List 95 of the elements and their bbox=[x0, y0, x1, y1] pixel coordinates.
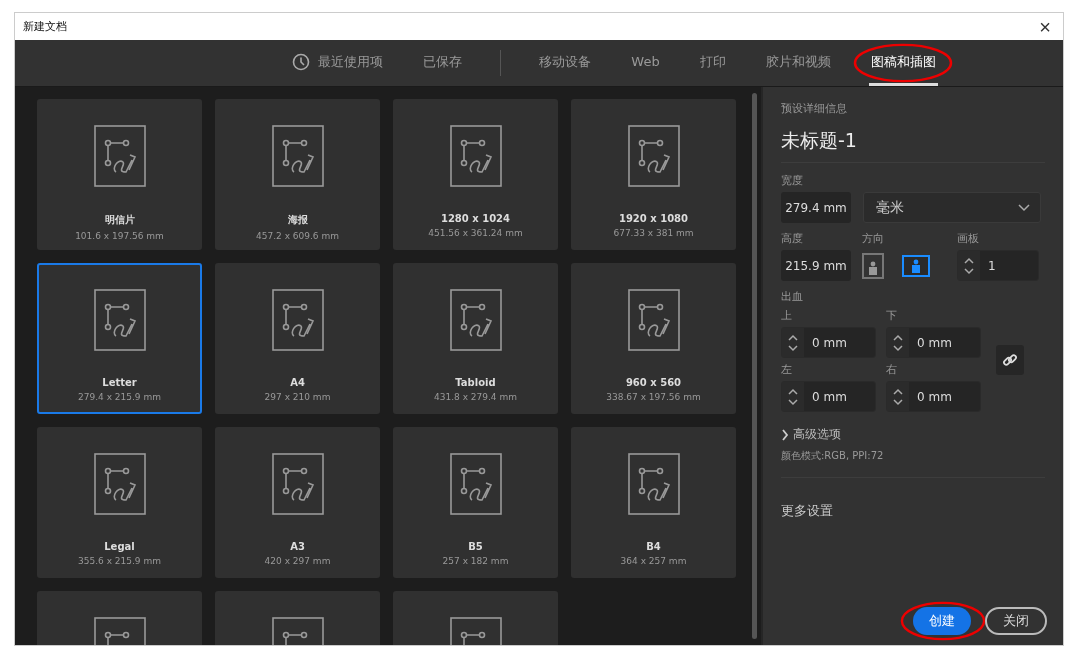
link-icon bbox=[1002, 352, 1018, 368]
bleed-stepper[interactable]: 0 mm bbox=[781, 327, 876, 358]
more-settings-link[interactable]: 更多设置 bbox=[781, 502, 833, 520]
artboard-stepper[interactable]: 1 bbox=[957, 250, 1039, 281]
landscape-button[interactable] bbox=[902, 254, 930, 277]
field-label: 宽度 bbox=[781, 173, 803, 188]
field-label: 方向 bbox=[862, 231, 885, 246]
chevron-right-icon bbox=[781, 428, 789, 441]
preset-card[interactable]: Legal 355.6 x 215.9 mm bbox=[37, 427, 202, 578]
close-dialog-button[interactable]: 关闭 bbox=[985, 607, 1047, 635]
preset-card[interactable]: 960 x 560 338.67 x 197.56 mm bbox=[571, 263, 736, 414]
preset-name: 1280 x 1024 bbox=[440, 213, 511, 224]
field-label: 右 bbox=[886, 362, 898, 377]
bleed-stepper[interactable]: 0 mm bbox=[886, 327, 981, 358]
field-label: 上 bbox=[781, 308, 793, 323]
close-button[interactable]: × bbox=[1035, 16, 1055, 37]
preset-name: Letter bbox=[102, 377, 137, 388]
illustration-document-icon bbox=[627, 453, 680, 515]
width-field[interactable]: 279.4 mm bbox=[781, 192, 851, 223]
preset-size: 257 x 182 mm bbox=[442, 556, 509, 566]
height-field[interactable]: 215.9 mm bbox=[781, 250, 851, 281]
stepper-arrows-icon bbox=[963, 255, 975, 276]
preset-card[interactable]: B4 364 x 257 mm bbox=[571, 427, 736, 578]
illustration-document-icon bbox=[627, 125, 680, 187]
scrollbar[interactable] bbox=[752, 93, 757, 639]
illustration-document-icon bbox=[93, 289, 146, 351]
illustration-document-icon bbox=[93, 125, 146, 187]
preset-card[interactable]: 海报 457.2 x 609.6 mm bbox=[215, 99, 380, 250]
preset-size: 297 x 210 mm bbox=[264, 392, 331, 402]
category-tab[interactable]: 打印 bbox=[697, 40, 728, 86]
category-tab[interactable]: 已保存 bbox=[421, 40, 465, 86]
preset-name: 海报 bbox=[287, 213, 308, 227]
preset-name: 1920 x 1080 bbox=[618, 213, 689, 224]
stepper-arrows-icon bbox=[892, 386, 904, 407]
unit-dropdown[interactable]: 毫米 bbox=[863, 192, 1041, 223]
preset-size: 279.4 x 215.9 mm bbox=[78, 392, 161, 402]
create-button[interactable]: 创建 bbox=[913, 607, 971, 635]
clock-icon bbox=[292, 52, 311, 71]
preset-card[interactable]: 明信片 101.6 x 197.56 mm bbox=[37, 99, 202, 250]
illustration-document-icon bbox=[627, 289, 680, 351]
preset-card[interactable]: 1280 x 1024 451.56 x 361.24 mm bbox=[393, 99, 558, 250]
preset-size: 420 x 297 mm bbox=[264, 556, 331, 566]
illustration-document-icon bbox=[271, 453, 324, 515]
preset-card[interactable]: 1920 x 1080 677.33 x 381 mm bbox=[571, 99, 736, 250]
preset-name: A4 bbox=[290, 377, 305, 388]
bleed-stepper[interactable]: 0 mm bbox=[886, 381, 981, 412]
preset-size: 457.2 x 609.6 mm bbox=[256, 231, 339, 241]
stepper-arrows-icon bbox=[787, 386, 799, 407]
preset-name: Tabloid bbox=[455, 377, 496, 388]
bleed-stepper[interactable]: 0 mm bbox=[781, 381, 876, 412]
preset-card[interactable]: A4 297 x 210 mm bbox=[215, 263, 380, 414]
preset-size: 451.56 x 361.24 mm bbox=[428, 228, 523, 238]
preset-card[interactable]: Tabloid 431.8 x 279.4 mm bbox=[393, 263, 558, 414]
color-mode-text: 颜色模式:RGB, PPI:72 bbox=[781, 449, 884, 463]
category-tab[interactable]: Web bbox=[629, 40, 662, 86]
stepper-arrows-icon bbox=[892, 332, 904, 353]
stepper-arrows-icon bbox=[787, 332, 799, 353]
illustration-document-icon bbox=[449, 453, 502, 515]
category-tab[interactable]: 移动设备 bbox=[537, 40, 594, 86]
chevron-down-icon bbox=[1018, 203, 1030, 212]
document-title[interactable]: 未标题-1 bbox=[781, 128, 857, 154]
preset-name: 960 x 560 bbox=[625, 377, 682, 388]
illustration-document-icon bbox=[449, 125, 502, 187]
category-tab[interactable]: 胶片和视频 bbox=[763, 40, 833, 86]
advanced-options-toggle[interactable]: 高级选项 bbox=[781, 426, 841, 443]
preset-size: 677.33 x 381 mm bbox=[613, 228, 694, 238]
field-label: 画板 bbox=[957, 231, 980, 246]
preset-size: 101.6 x 197.56 mm bbox=[75, 231, 164, 241]
preset-name: A3 bbox=[290, 541, 305, 552]
illustration-document-icon bbox=[271, 289, 324, 351]
illustration-document-icon bbox=[271, 125, 324, 187]
preset-card[interactable]: Letter 279.4 x 215.9 mm bbox=[37, 263, 202, 414]
field-label: 高度 bbox=[781, 231, 804, 246]
window-title: 新建文档 bbox=[23, 19, 67, 34]
preset-name: Legal bbox=[104, 541, 135, 552]
person-icon bbox=[910, 258, 922, 273]
preset-card[interactable]: B5 257 x 182 mm bbox=[393, 427, 558, 578]
preset-name: 明信片 bbox=[104, 213, 135, 227]
field-label: 出血 bbox=[781, 289, 803, 304]
preset-size: 364 x 257 mm bbox=[620, 556, 687, 566]
preset-name: B5 bbox=[468, 541, 483, 552]
preset-name: B4 bbox=[646, 541, 661, 552]
section-heading: 预设详细信息 bbox=[781, 101, 847, 116]
link-button[interactable] bbox=[996, 345, 1024, 375]
person-icon bbox=[867, 260, 879, 275]
portrait-button[interactable] bbox=[862, 252, 884, 279]
preset-size: 355.6 x 215.9 mm bbox=[78, 556, 161, 566]
preset-size: 338.67 x 197.56 mm bbox=[606, 392, 701, 402]
field-label: 左 bbox=[781, 362, 793, 377]
category-tab[interactable]: 最近使用项 bbox=[290, 40, 386, 86]
illustration-document-icon bbox=[93, 453, 146, 515]
field-label: 下 bbox=[886, 308, 898, 323]
illustration-document-icon bbox=[449, 289, 502, 351]
preset-size: 431.8 x 279.4 mm bbox=[434, 392, 517, 402]
preset-card[interactable]: A3 420 x 297 mm bbox=[215, 427, 380, 578]
